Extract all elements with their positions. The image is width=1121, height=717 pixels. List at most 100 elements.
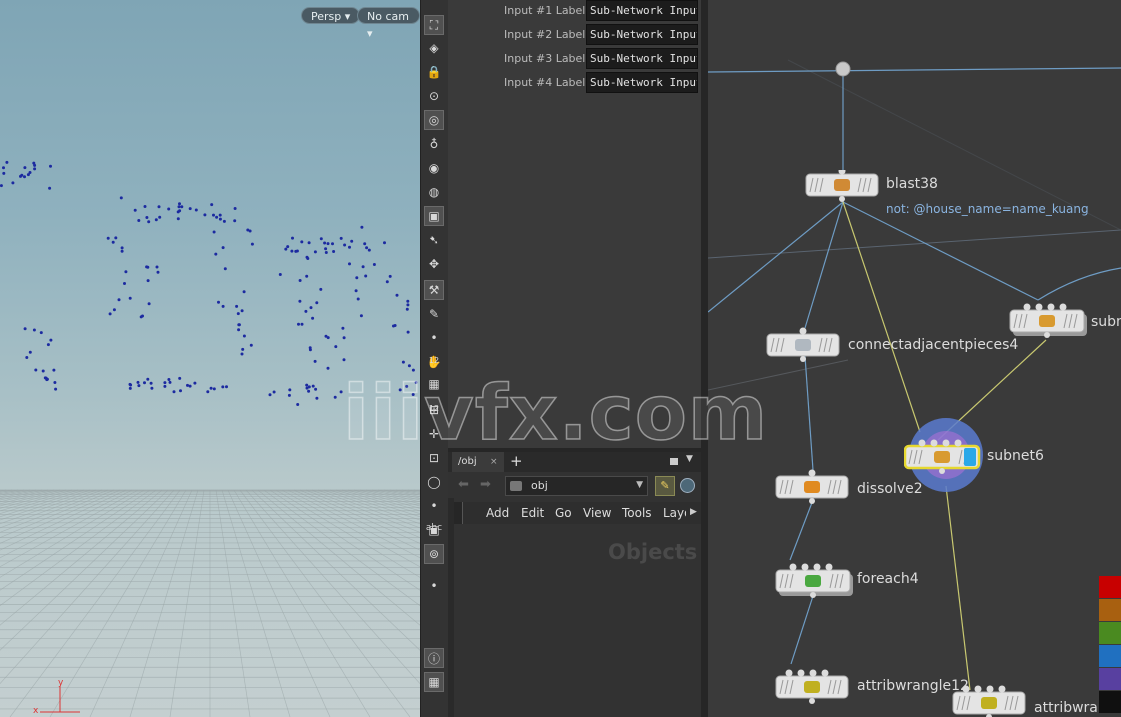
node-label-attribwra: attribwra (1034, 700, 1098, 716)
network-menu-bar: Add Edit Go View Tools Layout ▶ (454, 502, 701, 524)
param-input[interactable]: Sub-Network Input #1 (586, 0, 698, 21)
path-text: obj (531, 479, 548, 492)
pane-maximize-icon[interactable] (670, 458, 678, 465)
menu-layout[interactable]: Layout (663, 506, 686, 520)
network-editor[interactable]: blast38 not: @house_name=name_kuang conn… (708, 0, 1121, 717)
render-icon[interactable]: ▦ (424, 672, 444, 692)
node-type-icon (804, 481, 820, 493)
color-swatch[interactable] (1099, 622, 1121, 644)
node-comment-blast38: not: @house_name=name_kuang (886, 202, 1089, 216)
node-blast38[interactable] (805, 170, 881, 206)
pane-edge (448, 498, 454, 717)
node-type-icon (834, 179, 850, 191)
node-label-connectadjacentpieces4: connectadjacentpieces4 (848, 337, 1019, 353)
param-row: Input #2 Label Sub-Network Input #2 (448, 24, 701, 46)
node-label-foreach4: foreach4 (857, 571, 919, 587)
capture-icon[interactable]: ▣ (424, 206, 444, 226)
ghost-icon[interactable]: ◈ (424, 38, 444, 58)
node-type-icon (934, 451, 950, 463)
pane-tab-bar: /obj × + ▼ (448, 452, 701, 472)
handle-icon[interactable]: ✥ (424, 254, 444, 274)
color-swatch[interactable] (1099, 576, 1121, 598)
param-input[interactable]: Sub-Network Input #2 (586, 24, 698, 45)
node-type-icon (805, 575, 821, 587)
node-label-blast38: blast38 (886, 176, 938, 192)
param-label: Input #1 Label (504, 4, 586, 17)
pose-icon[interactable]: ⊡ (424, 448, 444, 468)
pin-icon[interactable]: ✎ (655, 476, 675, 496)
viewport-toolbar: ⛶ ◈ 🔒 ⊙ ◎ ♁ ◉ ◍ ▣ ➷ ✥ ⚒ ✎ • ✋ ▦ ⊞ ✛ ⊡ ◯ • ▣ ⊚ • ⓘ ▦ 12 12 abc (420, 0, 449, 717)
layout-icon[interactable]: ⓘ (424, 648, 444, 668)
param-label: Input #2 Label (504, 28, 586, 41)
node-type-icon (795, 339, 811, 351)
wrench-icon[interactable]: ⚒ (424, 280, 444, 300)
back-arrow-icon[interactable]: ⬅ (458, 477, 469, 492)
node-attribwrangle12[interactable] (775, 662, 855, 708)
node-dissolve2[interactable] (775, 466, 851, 504)
param-row: Input #3 Label Sub-Network Input #3 (448, 48, 701, 70)
snapshot-icon[interactable]: ⊙ (424, 86, 444, 106)
prim-numbers-toggle[interactable]: 12 (424, 398, 444, 418)
add-tab-button[interactable]: + (510, 452, 523, 470)
scene-viewport[interactable]: Persp ▾ No cam ▾ y x (0, 0, 420, 717)
node-label-dissolve2: dissolve2 (857, 481, 923, 497)
node-label-subnet6: subnet6 (987, 448, 1044, 464)
display-options-icon[interactable]: ◎ (424, 110, 444, 130)
object-folder-icon (510, 481, 522, 491)
point-numbers-toggle[interactable]: 12 (424, 350, 444, 370)
snap-icon[interactable]: ✛ (424, 424, 444, 444)
pane-menu-arrow-icon[interactable]: ▼ (686, 454, 693, 464)
number-display-icon[interactable]: • (424, 328, 444, 348)
param-input[interactable]: Sub-Network Input #3 (586, 48, 698, 69)
lock-icon[interactable]: 🔒 (424, 62, 444, 82)
chevron-down-icon: ▼ (636, 480, 643, 490)
light-link-icon[interactable]: ◉ (424, 158, 444, 178)
wire-dot[interactable] (835, 61, 851, 77)
pane-splitter-vertical[interactable] (701, 0, 708, 717)
node-connectadjacentpieces4[interactable] (766, 326, 842, 372)
tab-close-icon[interactable]: × (490, 452, 498, 472)
menu-tools[interactable]: Tools (622, 506, 652, 520)
color-swatch[interactable] (1099, 668, 1121, 690)
color-swatch[interactable] (1099, 599, 1121, 621)
view-mode-icon[interactable]: ⛶ (424, 15, 444, 35)
info-icon[interactable]: • (424, 576, 444, 596)
param-label: Input #4 Label (504, 76, 586, 89)
node-type-icon (804, 681, 820, 693)
axis-gizmo (40, 686, 80, 713)
node-type-icon (981, 697, 997, 709)
help-icon[interactable] (680, 478, 695, 493)
sphere-icon[interactable]: ◯ (424, 472, 444, 492)
node-foreach4[interactable] (775, 556, 855, 600)
node-type-icon (1039, 315, 1055, 327)
grid-icon[interactable]: ▦ (424, 374, 444, 394)
select-icon[interactable]: ➷ (424, 230, 444, 250)
node-attribwra[interactable] (952, 684, 1032, 717)
pin-icon[interactable]: ⊚ (424, 544, 444, 564)
light-icon[interactable]: ♁ (424, 134, 444, 154)
text-icon[interactable]: • (424, 496, 444, 516)
param-row: Input #4 Label Sub-Network Input #4 (448, 72, 701, 94)
color-swatch[interactable] (1099, 645, 1121, 667)
network-path-field[interactable]: obj ▼ (505, 476, 648, 496)
node-label-subnet: subnet (1091, 314, 1121, 330)
menu-add[interactable]: Add (486, 506, 509, 520)
color-swatch[interactable] (1099, 691, 1121, 713)
object-network-pane: /obj × + ▼ ⬅ ➡ obj ▼ ✎ Add Edit Go View … (448, 452, 701, 717)
menu-overflow-icon[interactable]: ▶ (690, 507, 697, 517)
param-row: Input #1 Label Sub-Network Input #1 (448, 0, 701, 22)
pick-icon[interactable]: ✎ (424, 304, 444, 324)
node-subnet[interactable] (1009, 298, 1089, 342)
text-tool-button[interactable]: abc (424, 518, 444, 538)
forward-arrow-icon[interactable]: ➡ (480, 477, 491, 492)
path-bar: ⬅ ➡ obj ▼ ✎ (448, 474, 701, 498)
camera-icon[interactable]: ◍ (424, 182, 444, 202)
node-subnet6[interactable] (904, 430, 986, 478)
param-label: Input #3 Label (504, 52, 586, 65)
param-input[interactable]: Sub-Network Input #4 (586, 72, 698, 93)
menu-grip[interactable] (454, 502, 463, 524)
menu-view[interactable]: View (583, 506, 611, 520)
network-context-label: Objects (608, 540, 698, 564)
menu-edit[interactable]: Edit (521, 506, 544, 520)
menu-go[interactable]: Go (555, 506, 572, 520)
